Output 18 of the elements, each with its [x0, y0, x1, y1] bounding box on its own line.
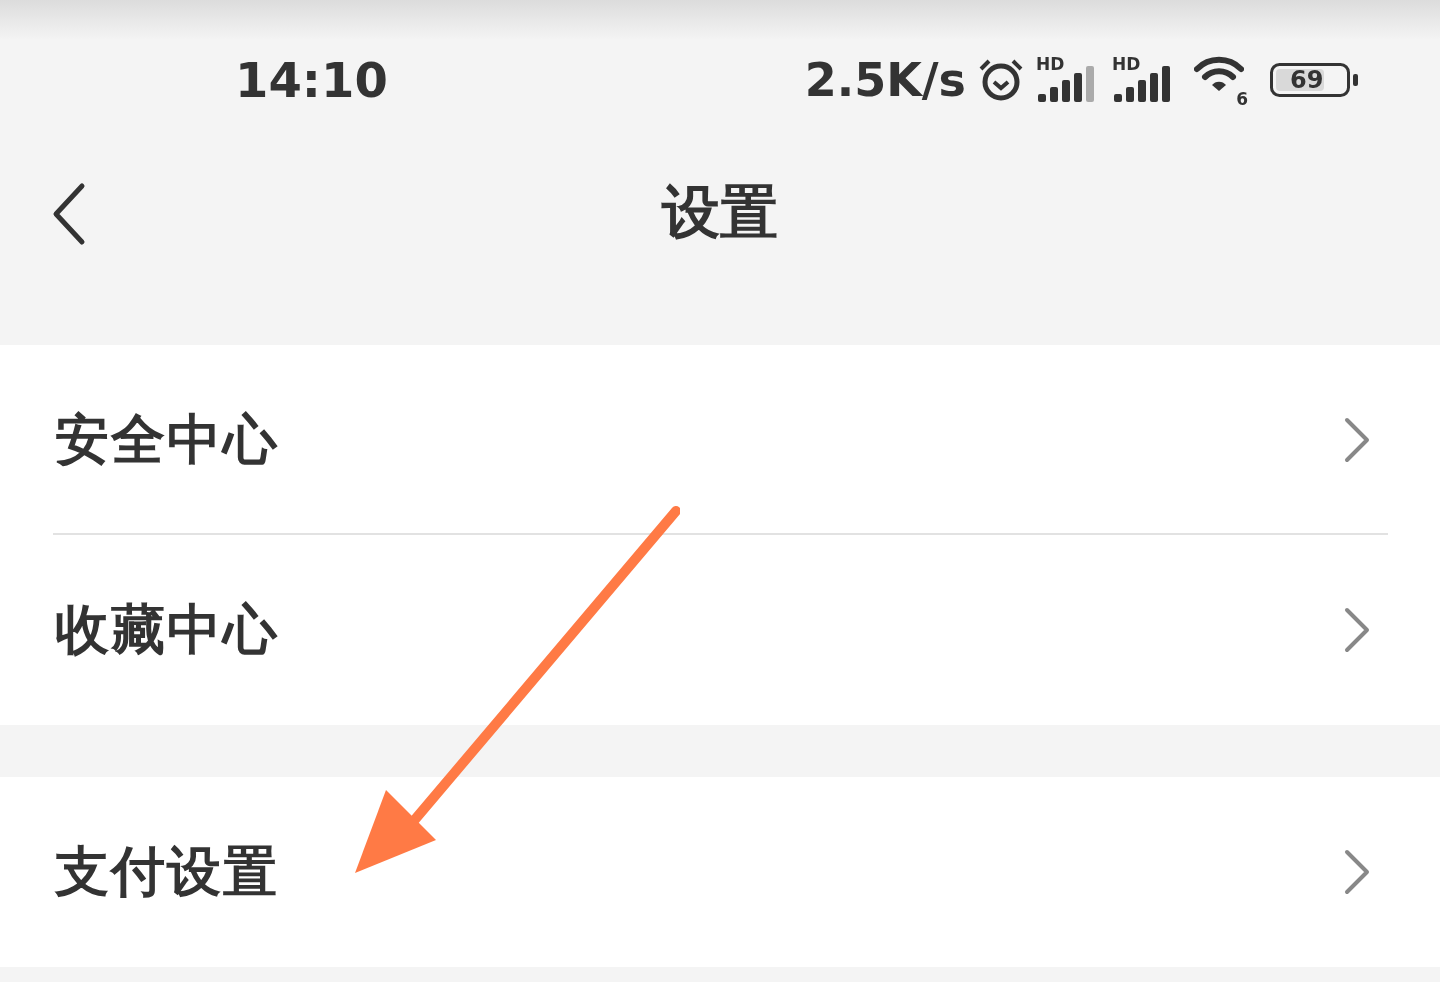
chevron-right-icon [1344, 417, 1370, 463]
row-label: 安全中心 [55, 406, 279, 473]
battery-percent: 69 [1290, 68, 1324, 92]
row-label: 收藏中心 [55, 596, 279, 663]
chevron-right-icon [1344, 607, 1370, 653]
wifi-label: 6 [1236, 91, 1248, 108]
page-title: 设置 [662, 176, 778, 248]
hd-label: HD [1036, 54, 1065, 74]
network-speed: 2.5K/s [804, 53, 966, 107]
status-time: 14:10 [235, 52, 388, 108]
battery-icon [1270, 63, 1360, 97]
alarm-icon [978, 57, 1024, 103]
settings-row[interactable]: 安全中心 [0, 345, 1440, 535]
settings-row[interactable]: 支付设置 [0, 777, 1440, 967]
row-label: 支付设置 [55, 838, 279, 905]
settings-row[interactable]: 收藏中心 [0, 535, 1440, 725]
chevron-right-icon [1344, 849, 1370, 895]
hd-label: HD [1112, 54, 1141, 74]
